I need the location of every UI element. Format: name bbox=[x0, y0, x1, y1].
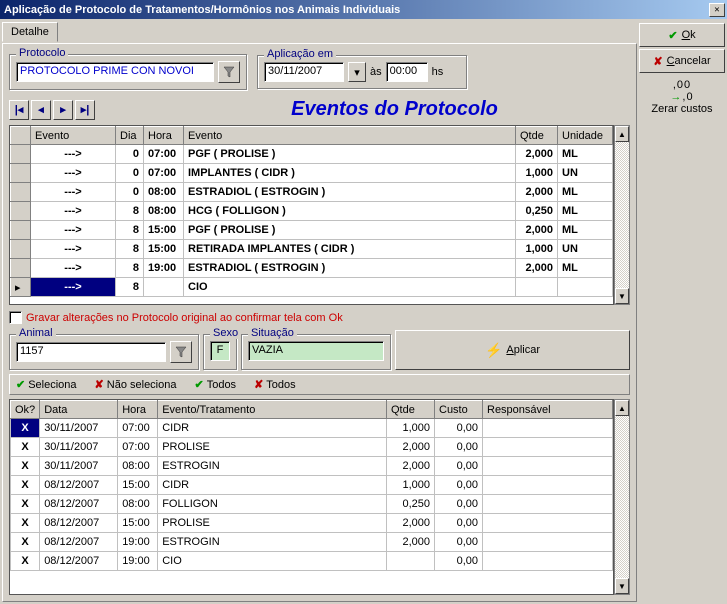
col-evt-trat[interactable]: Evento/Tratamento bbox=[158, 401, 387, 419]
protocolo-filter-button[interactable] bbox=[218, 61, 240, 83]
col-custo[interactable]: Custo bbox=[435, 401, 483, 419]
col-dia[interactable]: Dia bbox=[116, 127, 144, 145]
scroll-down-button[interactable]: ▼ bbox=[615, 578, 629, 594]
situacao-legend: Situação bbox=[248, 327, 297, 339]
table-row[interactable]: ---> 8 15:00 RETIRADA IMPLANTES ( CIDR )… bbox=[11, 240, 613, 259]
nav-next-button[interactable]: ▸ bbox=[53, 100, 73, 120]
protocolo-legend: Protocolo bbox=[16, 47, 68, 59]
table-row[interactable]: X 08/12/200715:00CIDR 1,0000,00 bbox=[11, 476, 613, 495]
table-row[interactable]: X 08/12/200719:00ESTROGIN 2,0000,00 bbox=[11, 533, 613, 552]
col-hora[interactable]: Hora bbox=[144, 127, 184, 145]
col-evento[interactable]: Evento bbox=[184, 127, 516, 145]
aplicacao-date-input[interactable]: 30/11/2007 bbox=[264, 62, 344, 82]
aplicar-button[interactable]: ⚡ Aplicar bbox=[395, 330, 630, 370]
nao-seleciona-button[interactable]: ✘Não seleciona bbox=[95, 378, 177, 391]
aplicacao-time-input[interactable]: 00:00 bbox=[386, 62, 428, 82]
funnel-icon bbox=[175, 346, 187, 358]
funnel-icon bbox=[223, 66, 235, 78]
zerar-icon: ,00→,0 bbox=[639, 79, 725, 103]
table-row[interactable]: X 30/11/200707:00CIDR 1,0000,00 bbox=[11, 419, 613, 438]
table-row[interactable]: ---> 0 08:00 ESTRADIOL ( ESTROGIN ) 2,00… bbox=[11, 183, 613, 202]
col-ok[interactable]: Ok? bbox=[11, 401, 40, 419]
check-icon: ✔ bbox=[16, 378, 25, 391]
gravar-label: Gravar alterações no Protocolo original … bbox=[26, 312, 343, 324]
table-row[interactable]: ---> 8 15:00 PGF ( PROLISE ) 2,000 ML bbox=[11, 221, 613, 240]
x-icon: ✘ bbox=[653, 55, 662, 68]
table-row[interactable]: X 30/11/200708:00ESTROGIN 2,0000,00 bbox=[11, 457, 613, 476]
col-evento-arrow[interactable]: Evento bbox=[31, 127, 116, 145]
col-unidade[interactable]: Unidade bbox=[558, 127, 613, 145]
animal-input[interactable]: 1157 bbox=[16, 342, 166, 362]
col-data[interactable]: Data bbox=[40, 401, 118, 419]
hs-label: hs bbox=[432, 66, 444, 78]
todos-deselect-button[interactable]: ✘Todos bbox=[254, 378, 296, 391]
nav-prev-button[interactable]: ◂ bbox=[31, 100, 51, 120]
scroll-up-button[interactable]: ▲ bbox=[615, 400, 629, 416]
check-icon: ✔ bbox=[194, 378, 203, 391]
tab-detalhe[interactable]: Detalhe bbox=[2, 22, 58, 42]
as-label: às bbox=[370, 66, 382, 78]
date-dropdown-button[interactable]: ▾ bbox=[348, 62, 366, 82]
window-title: Aplicação de Protocolo de Tratamentos/Ho… bbox=[4, 4, 709, 16]
gravar-checkbox[interactable] bbox=[9, 311, 22, 324]
nav-last-button[interactable]: ▸| bbox=[75, 100, 95, 120]
nav-first-button[interactable]: |◂ bbox=[9, 100, 29, 120]
close-button[interactable]: ✕ bbox=[709, 3, 725, 17]
col-hora2[interactable]: Hora bbox=[118, 401, 158, 419]
apply-grid[interactable]: Ok? Data Hora Evento/Tratamento Qtde Cus… bbox=[9, 399, 614, 595]
zerar-custos-button[interactable]: ,00→,0 Zerar custos bbox=[639, 75, 725, 115]
title-bar: Aplicação de Protocolo de Tratamentos/Ho… bbox=[0, 0, 727, 19]
table-row[interactable]: ---> 8 08:00 HCG ( FOLLIGON ) 0,250 ML bbox=[11, 202, 613, 221]
situacao-input: VAZIA bbox=[248, 341, 384, 361]
x-icon: ✘ bbox=[95, 378, 104, 391]
sexo-input: F bbox=[210, 341, 230, 361]
lightning-icon: ⚡ bbox=[485, 342, 502, 359]
protocolo-input[interactable]: PROTOCOLO PRIME CON NOVOI bbox=[16, 62, 214, 82]
table-row[interactable]: X 08/12/200715:00PROLISE 2,0000,00 bbox=[11, 514, 613, 533]
table-row[interactable]: ---> 0 07:00 PGF ( PROLISE ) 2,000 ML bbox=[11, 145, 613, 164]
col-qtde2[interactable]: Qtde bbox=[387, 401, 435, 419]
table-row[interactable]: X 08/12/200719:00CIO 0,00 bbox=[11, 552, 613, 571]
events-scrollbar[interactable]: ▲ ▼ bbox=[614, 125, 630, 305]
tab-strip: Detalhe bbox=[2, 21, 637, 43]
scroll-down-button[interactable]: ▼ bbox=[615, 288, 629, 304]
check-icon: ✔ bbox=[668, 29, 677, 42]
col-resp[interactable]: Responsável bbox=[483, 401, 613, 419]
todos-select-button[interactable]: ✔Todos bbox=[194, 378, 236, 391]
table-row[interactable]: ▸ ---> 8 CIO bbox=[11, 278, 613, 297]
table-row[interactable]: X 30/11/200707:00PROLISE 2,0000,00 bbox=[11, 438, 613, 457]
seleciona-button[interactable]: ✔Seleciona bbox=[16, 378, 77, 391]
animal-legend: Animal bbox=[16, 327, 56, 339]
events-grid[interactable]: Evento Dia Hora Evento Qtde Unidade --->… bbox=[9, 125, 614, 305]
x-icon: ✘ bbox=[254, 378, 263, 391]
animal-filter-button[interactable] bbox=[170, 341, 192, 363]
col-qtde[interactable]: Qtde bbox=[516, 127, 558, 145]
cancel-button[interactable]: ✘ Cancelar bbox=[639, 49, 725, 73]
aplicacao-legend: Aplicação em bbox=[264, 48, 336, 60]
table-row[interactable]: X 08/12/200708:00FOLLIGON 0,2500,00 bbox=[11, 495, 613, 514]
table-row[interactable]: ---> 8 19:00 ESTRADIOL ( ESTROGIN ) 2,00… bbox=[11, 259, 613, 278]
scroll-up-button[interactable]: ▲ bbox=[615, 126, 629, 142]
apply-scrollbar[interactable]: ▲ ▼ bbox=[614, 399, 630, 595]
table-row[interactable]: ---> 0 07:00 IMPLANTES ( CIDR ) 1,000 UN bbox=[11, 164, 613, 183]
sexo-legend: Sexo bbox=[210, 327, 241, 339]
ok-button[interactable]: ✔ Ok bbox=[639, 23, 725, 47]
section-title: Eventos do Protocolo bbox=[159, 98, 630, 121]
zerar-label: Zerar custos bbox=[639, 103, 725, 115]
